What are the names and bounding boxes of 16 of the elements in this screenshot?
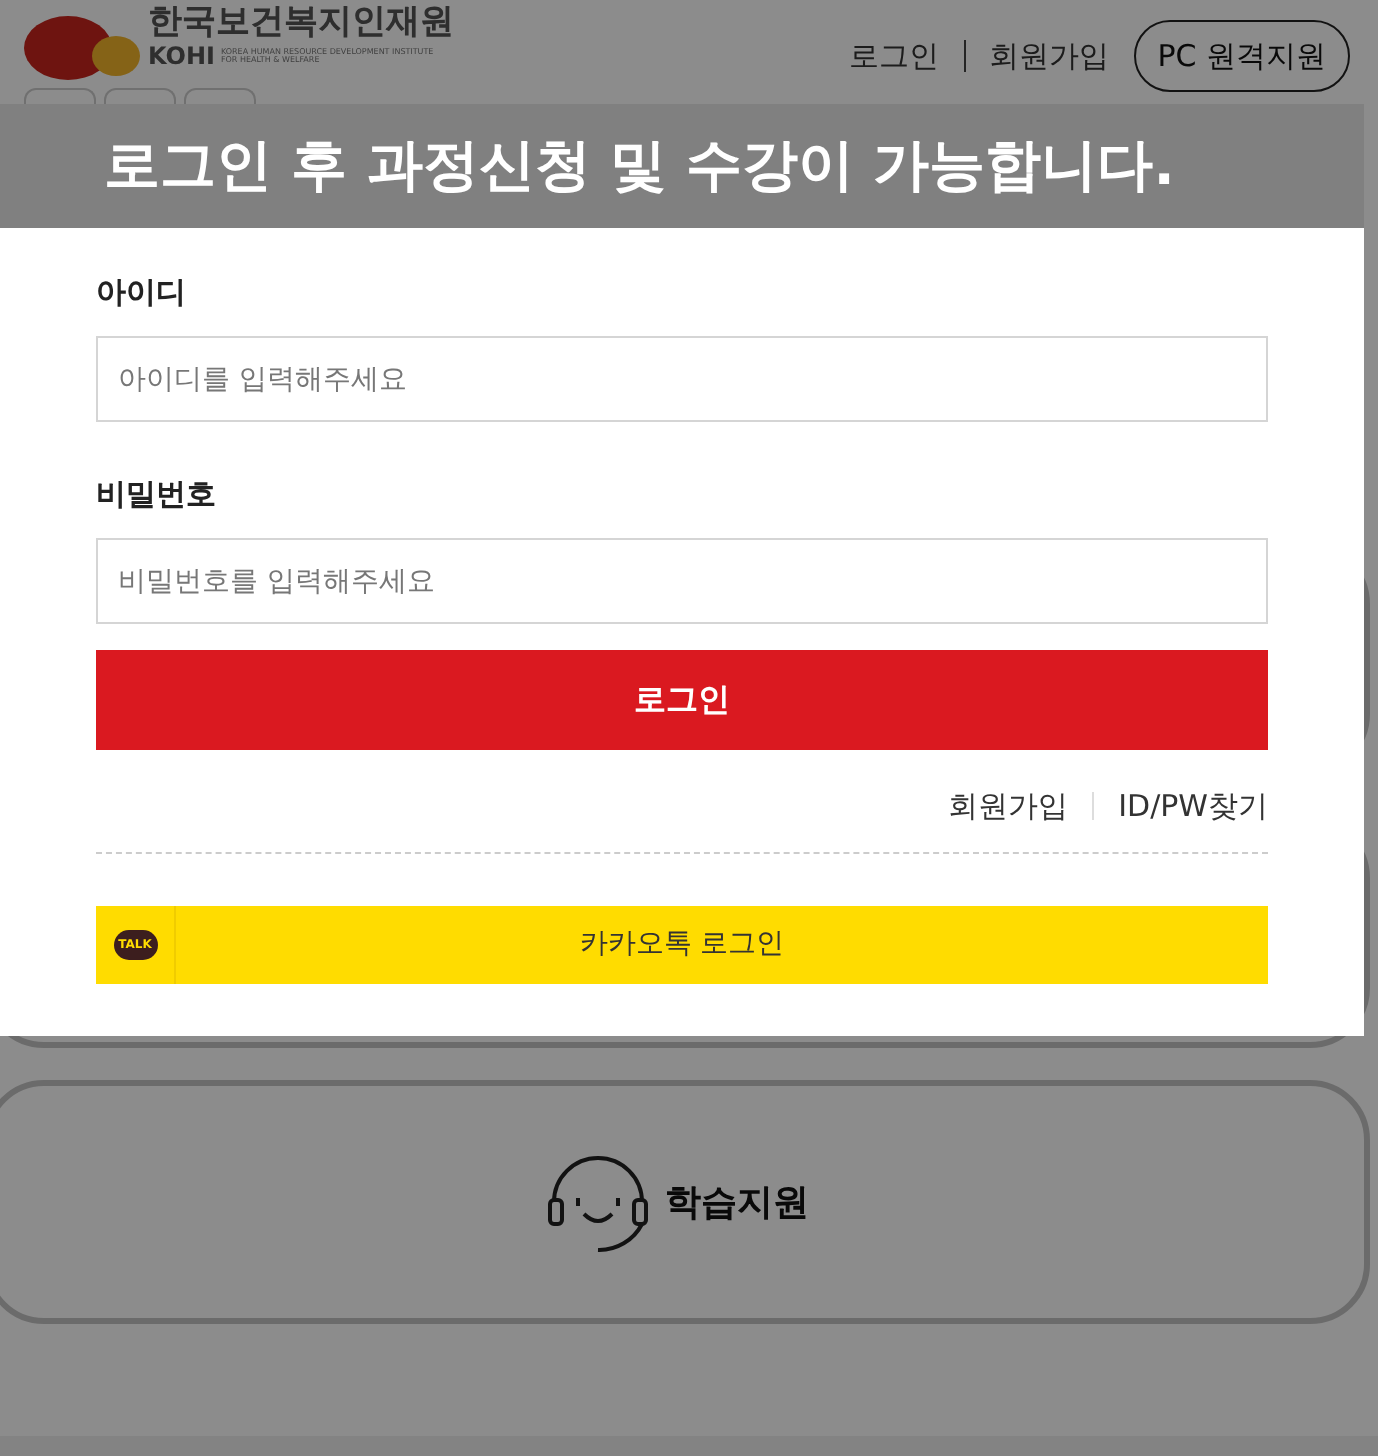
modal-link[interactable]: 회원가입: [948, 783, 1069, 829]
modal-title: 로그인 후 과정신청 및 수강이 가능합니다.: [104, 130, 1175, 202]
login-button[interactable]: 로그인: [96, 650, 1268, 750]
field-label: 아이디: [96, 272, 188, 312]
input-field[interactable]: 비밀번호를 입력해주세요: [96, 538, 1268, 624]
header-link[interactable]: 회원가입: [989, 33, 1110, 79]
menu-card[interactable]: 학습지원: [0, 1080, 1370, 1324]
headset-icon: [545, 1150, 649, 1254]
logo-abbr: KOHI: [148, 44, 215, 68]
field-label: 비밀번호: [96, 474, 218, 514]
remote-support-button[interactable]: PC 원격지원: [1133, 20, 1350, 92]
logo-name: 한국보건복지인재원: [148, 0, 454, 44]
input-field[interactable]: 아이디를 입력해주세요: [96, 336, 1268, 422]
header-link[interactable]: 로그인: [849, 33, 940, 79]
card-label: 학습지원: [665, 1179, 809, 1227]
modal-link[interactable]: ID/PW찾기: [1118, 783, 1268, 829]
